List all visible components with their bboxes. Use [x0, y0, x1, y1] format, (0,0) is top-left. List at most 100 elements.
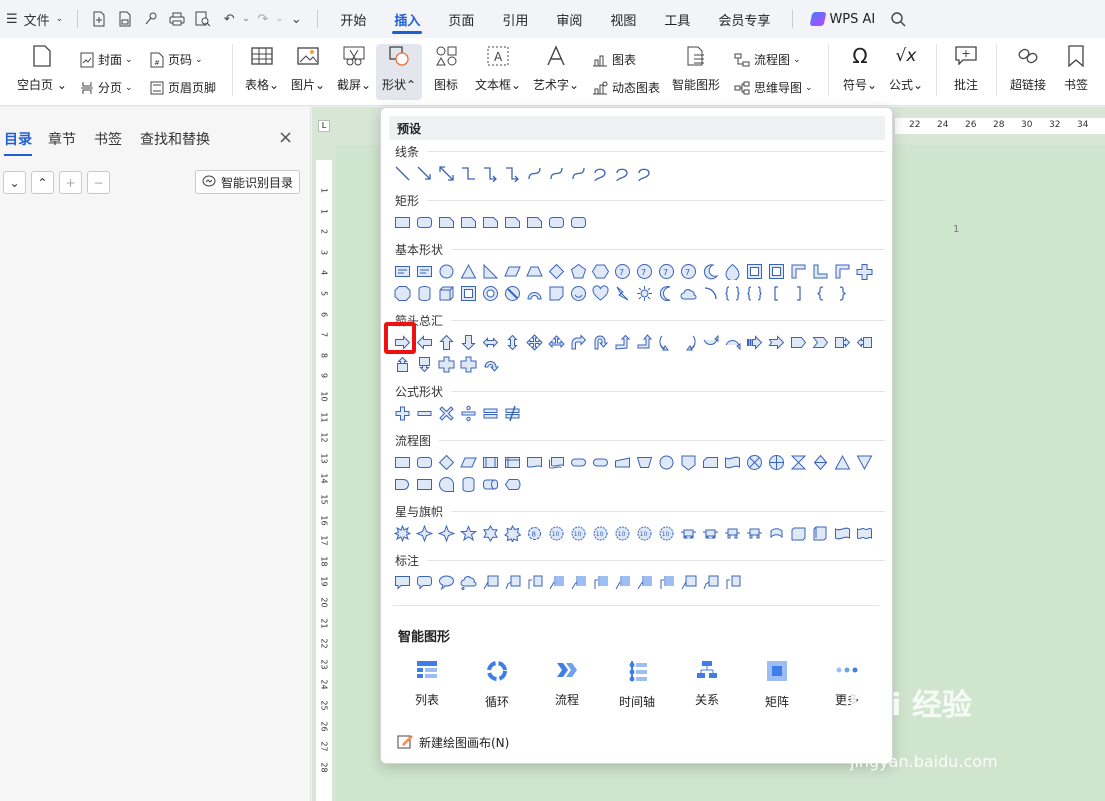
smart-process-button[interactable]: 流程: [537, 660, 597, 708]
starn-shape-icon[interactable]: 10: [567, 522, 589, 544]
starn-shape-icon[interactable]: 10: [545, 522, 567, 544]
redo-icon[interactable]: ↷: [255, 11, 271, 27]
darrowline-shape-icon[interactable]: [435, 162, 457, 184]
crrect-shape-icon[interactable]: [413, 571, 435, 593]
snip-shape-icon[interactable]: [435, 211, 457, 233]
fold-shape-icon[interactable]: [545, 282, 567, 304]
search-icon[interactable]: [890, 11, 906, 27]
tab-member[interactable]: 会员专享: [704, 0, 784, 38]
eqnot-shape-icon[interactable]: [501, 402, 523, 424]
lup-shape-icon[interactable]: [611, 331, 633, 353]
star4-shape-icon[interactable]: [413, 522, 435, 544]
noentry-shape-icon[interactable]: [501, 282, 523, 304]
dwave-shape-icon[interactable]: [853, 522, 875, 544]
drum-shape-icon[interactable]: [479, 473, 501, 495]
tab-find-replace[interactable]: 查找和替换: [140, 129, 210, 149]
plus-shape-icon[interactable]: [853, 260, 875, 282]
quadcallout-shape-icon[interactable]: [457, 353, 479, 375]
share-icon[interactable]: [143, 11, 159, 27]
fdoc-shape-icon[interactable]: [523, 451, 545, 473]
scroll-shape-icon[interactable]: [787, 522, 809, 544]
elbow-shape-icon[interactable]: [457, 162, 479, 184]
new-doc-icon[interactable]: [91, 11, 107, 27]
notchedr-shape-icon[interactable]: [765, 331, 787, 353]
shape-button[interactable]: 形状⌃: [376, 44, 422, 100]
ftape-shape-icon[interactable]: [721, 451, 743, 473]
elbowarrow-shape-icon[interactable]: [501, 162, 523, 184]
textrect-shape-icon[interactable]: [391, 260, 413, 282]
quadarrow-shape-icon[interactable]: [523, 331, 545, 353]
cbar1-shape-icon[interactable]: [545, 571, 567, 593]
fterminator-shape-icon[interactable]: [567, 451, 589, 473]
mindmap-button[interactable]: 思维导图 ⌄: [734, 79, 813, 96]
crect-shape-icon[interactable]: [391, 571, 413, 593]
tab-page[interactable]: 页面: [434, 0, 488, 38]
cbar2-shape-icon[interactable]: [567, 571, 589, 593]
bracketpair-shape-icon[interactable]: [721, 282, 743, 304]
fmanual-shape-icon[interactable]: [611, 451, 633, 473]
snip-shape-icon[interactable]: [457, 211, 479, 233]
stripedr-shape-icon[interactable]: [743, 331, 765, 353]
save-icon[interactable]: [117, 11, 133, 27]
freeform-shape-icon[interactable]: [633, 162, 655, 184]
more-icon[interactable]: ⌄: [288, 11, 304, 27]
ribbon-shape-icon[interactable]: [699, 522, 721, 544]
freeform-shape-icon[interactable]: [611, 162, 633, 184]
starn-shape-icon[interactable]: 10: [633, 522, 655, 544]
half-shape-icon[interactable]: [831, 260, 853, 282]
uarrow-shape-icon[interactable]: [435, 331, 457, 353]
can-shape-icon[interactable]: [413, 282, 435, 304]
print-icon[interactable]: [169, 11, 185, 27]
ribbonup-shape-icon[interactable]: [721, 522, 743, 544]
trapezoid-shape-icon[interactable]: [523, 260, 545, 282]
elbowarrow-shape-icon[interactable]: [479, 162, 501, 184]
circle-shape-icon[interactable]: [435, 260, 457, 282]
tab-view[interactable]: 视图: [596, 0, 650, 38]
snip-shape-icon[interactable]: [501, 211, 523, 233]
smart-timeline-button[interactable]: 时间轴: [607, 660, 667, 710]
lshape-shape-icon[interactable]: [809, 260, 831, 282]
star7-shape-icon[interactable]: [501, 522, 523, 544]
wordart-button[interactable]: 艺术字⌄: [530, 44, 582, 93]
fdisplay-shape-icon[interactable]: [501, 473, 523, 495]
triarrow-shape-icon[interactable]: [545, 331, 567, 353]
fsort-shape-icon[interactable]: [809, 451, 831, 473]
blank-page-button[interactable]: 空白页 ⌄: [16, 44, 68, 93]
smiley-shape-icon[interactable]: [567, 282, 589, 304]
star8-shape-icon[interactable]: 8: [523, 522, 545, 544]
starn-shape-icon[interactable]: 10: [611, 522, 633, 544]
arcline-shape-icon[interactable]: [699, 282, 721, 304]
lbrace-shape-icon[interactable]: [809, 282, 831, 304]
cbar2-shape-icon[interactable]: [633, 571, 655, 593]
new-drawing-canvas-button[interactable]: 新建绘图画布(N): [397, 733, 509, 752]
arc-shape-icon[interactable]: [523, 282, 545, 304]
collapse-up-button[interactable]: ⌃: [31, 171, 54, 194]
ribbonup-shape-icon[interactable]: [743, 522, 765, 544]
star5-shape-icon[interactable]: [457, 522, 479, 544]
bentarrow-shape-icon[interactable]: [567, 331, 589, 353]
eqmult-shape-icon[interactable]: [435, 402, 457, 424]
print-preview-icon[interactable]: [195, 11, 211, 27]
larrow-shape-icon[interactable]: [413, 331, 435, 353]
eqdiv-shape-icon[interactable]: [457, 402, 479, 424]
numpoly-shape-icon[interactable]: 7: [655, 260, 677, 282]
bracketpair-shape-icon[interactable]: [743, 282, 765, 304]
lcallout-shape-icon[interactable]: [853, 331, 875, 353]
cline1-shape-icon[interactable]: [677, 571, 699, 593]
cline3-shape-icon[interactable]: [523, 571, 545, 593]
fterminator-shape-icon[interactable]: [589, 451, 611, 473]
eqminus-shape-icon[interactable]: [413, 402, 435, 424]
numpoly-shape-icon[interactable]: 7: [633, 260, 655, 282]
curvedd-shape-icon[interactable]: [721, 331, 743, 353]
wave-shape-icon[interactable]: [831, 522, 853, 544]
can-shape-icon[interactable]: [457, 473, 479, 495]
ucallout-shape-icon[interactable]: [391, 353, 413, 375]
icon-button[interactable]: 图标: [420, 44, 472, 93]
circle-shape-icon[interactable]: [655, 451, 677, 473]
fextract-shape-icon[interactable]: [831, 451, 853, 473]
hexagon-shape-icon[interactable]: [589, 260, 611, 282]
smart-matrix-button[interactable]: 矩阵: [747, 660, 807, 710]
parallelogram-shape-icon[interactable]: [457, 451, 479, 473]
comment-button[interactable]: 批注: [940, 44, 992, 93]
curvedr-shape-icon[interactable]: [655, 331, 677, 353]
